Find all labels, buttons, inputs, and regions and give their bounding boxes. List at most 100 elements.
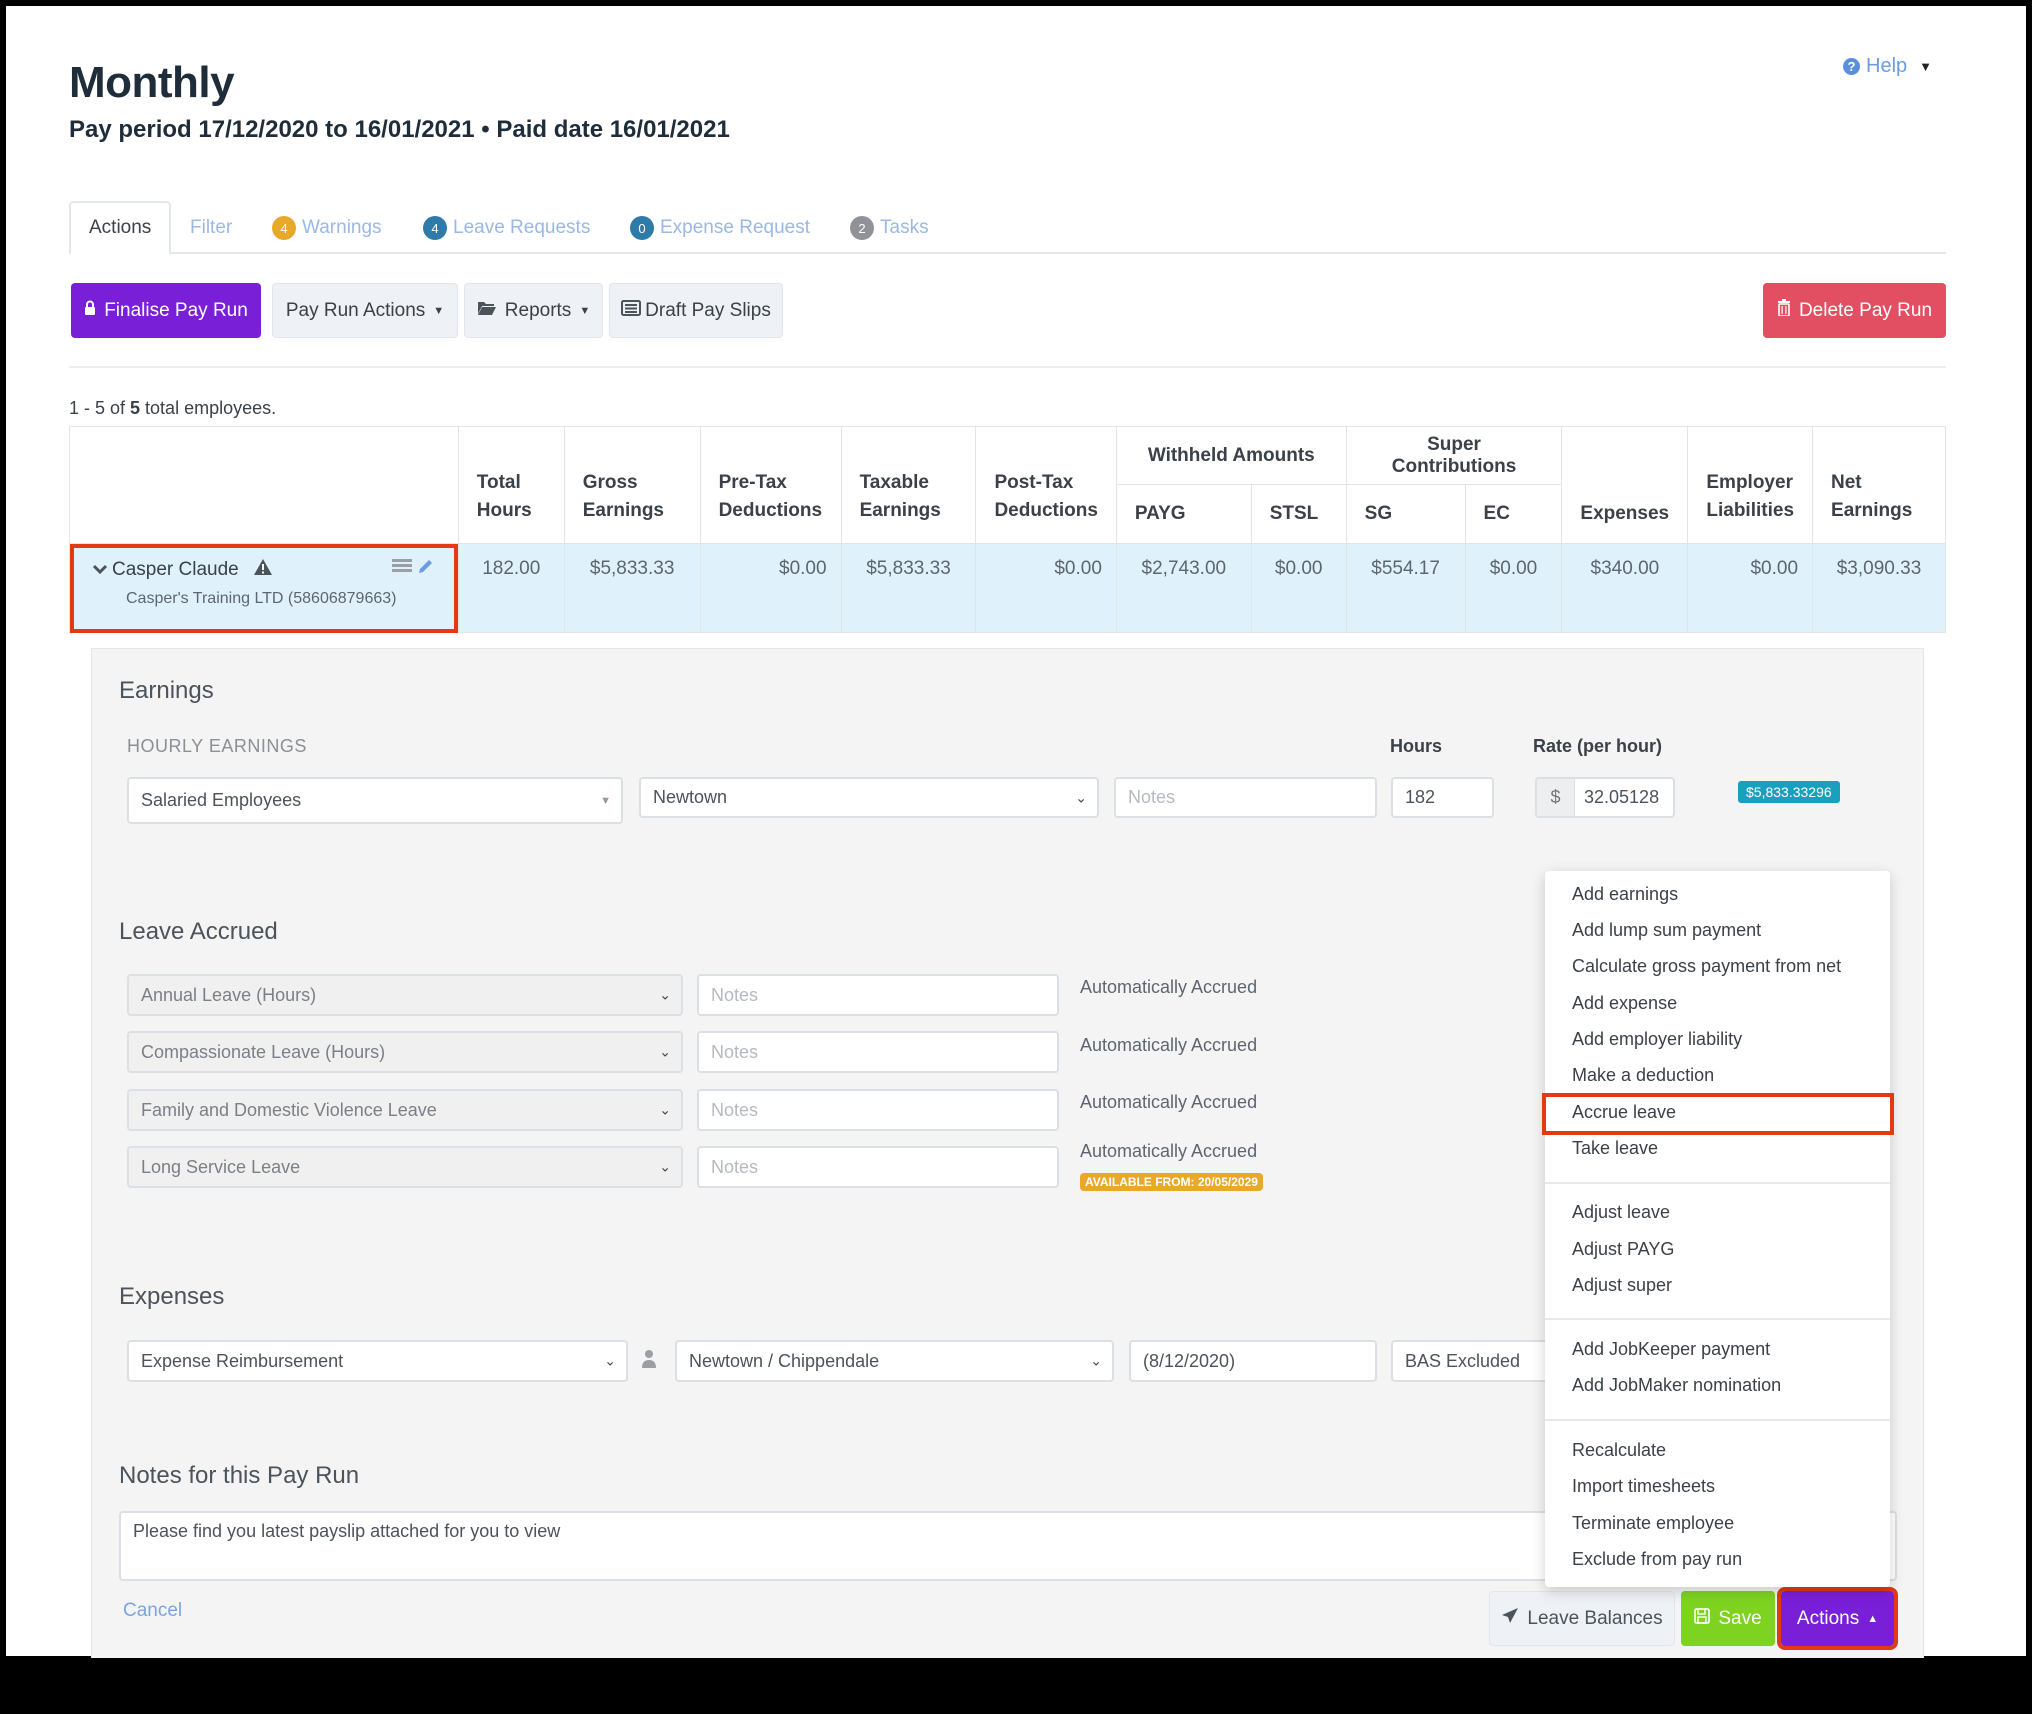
menu-item-exclude-from-pay-run[interactable]: Exclude from pay run <box>1572 1549 1742 1570</box>
reports-button[interactable]: Reports ▼ <box>464 283 603 338</box>
notes-placeholder: Notes <box>711 1099 759 1120</box>
tab-tasks[interactable]: 2 Tasks <box>850 201 929 255</box>
hours-input[interactable]: 182 <box>1391 777 1494 818</box>
chevron-down-icon: ⌄ <box>659 1158 671 1175</box>
menu-item-import-timesheets[interactable]: Import timesheets <box>1572 1476 1715 1497</box>
leave-status: Automatically Accrued <box>1080 1141 1258 1161</box>
leave-notes-input[interactable]: Notes <box>697 1146 1059 1188</box>
notes-placeholder: Notes <box>711 1041 759 1062</box>
leave-notes-input[interactable]: Notes <box>697 974 1059 1016</box>
menu-item-make-a-deduction[interactable]: Make a deduction <box>1572 1065 1714 1086</box>
finalise-pay-run-button[interactable]: Finalise Pay Run <box>71 283 261 338</box>
delete-pay-run-button[interactable]: Delete Pay Run <box>1763 283 1946 338</box>
menu-item-take-leave[interactable]: Take leave <box>1572 1138 1658 1159</box>
expense-tax-code-value: BAS Excluded <box>1405 1350 1521 1371</box>
leave-type-select[interactable]: Annual Leave (Hours) ⌄ <box>127 974 683 1016</box>
expense-type-select[interactable]: Expense Reimbursement ⌄ <box>127 1340 628 1382</box>
menu-item-calculate-gross-from-net[interactable]: Calculate gross payment from net <box>1572 956 1841 977</box>
caret-down-icon: ▼ <box>433 304 445 317</box>
menu-item-add-lump-sum-payment[interactable]: Add lump sum payment <box>1572 920 1761 941</box>
hours-value: 182 <box>1405 787 1436 807</box>
earnings-notes-input[interactable]: Notes <box>1114 777 1377 818</box>
menu-item-terminate-employee[interactable]: Terminate employee <box>1572 1513 1734 1534</box>
expense-tax-code-select[interactable]: BAS Excluded <box>1391 1340 1561 1382</box>
expense-date-input[interactable]: (8/12/2020) <box>1129 1340 1377 1382</box>
warnings-count-badge: 4 <box>272 216 296 240</box>
leave-type-value: Annual Leave (Hours) <box>141 984 317 1005</box>
pay-period-subtitle: Pay period 17/12/2020 to 16/01/2021 • Pa… <box>69 116 730 143</box>
pay-slip-icon[interactable] <box>391 558 412 582</box>
menu-item-add-jobkeeper-payment[interactable]: Add JobKeeper payment <box>1572 1339 1770 1360</box>
leave-notes-input[interactable]: Notes <box>697 1031 1059 1073</box>
help-label: Help <box>1866 55 1908 77</box>
menu-item-add-expense[interactable]: Add expense <box>1572 993 1677 1014</box>
menu-item-recalculate[interactable]: Recalculate <box>1572 1440 1666 1461</box>
tab-warnings[interactable]: 4 Warnings <box>272 201 382 255</box>
table-row[interactable]: Casper Claude Casper's Training LTD (586… <box>69 543 1946 633</box>
pay-run-notes-value: Please find you latest payslip attached … <box>133 1521 561 1541</box>
list-alt-icon <box>621 299 642 322</box>
tab-expense-request[interactable]: 0 Expense Request <box>630 201 810 255</box>
chevron-down-icon: ⌄ <box>604 1352 616 1369</box>
menu-item-adjust-payg[interactable]: Adjust PAYG <box>1572 1239 1674 1260</box>
employee-cell[interactable]: Casper Claude Casper's Training LTD (586… <box>69 543 459 633</box>
cell-payg: $2,743.00 <box>1115 543 1252 633</box>
header-withheld-amounts: Withheld Amounts <box>1115 426 1347 485</box>
header-employer-liabilities: Employer Liabilities <box>1687 426 1814 544</box>
finalise-label: Finalise Pay Run <box>104 299 248 321</box>
leave-status: Automatically Accrued <box>1080 977 1258 997</box>
location-select[interactable]: Newtown ⌄ <box>639 777 1099 818</box>
draft-pay-slips-button[interactable]: Draft Pay Slips <box>609 283 783 338</box>
leave-type-select[interactable]: Long Service Leave ⌄ <box>127 1146 683 1188</box>
rate-value: 32.05128 <box>1584 787 1660 807</box>
expense-location-select[interactable]: Newtown / Chippendale ⌄ <box>675 1340 1114 1382</box>
cell-gross-earnings: $5,833.33 <box>563 543 701 633</box>
menu-divider <box>1545 1182 1890 1184</box>
expense-date-value: (8/12/2020) <box>1143 1350 1236 1371</box>
employee-header <box>69 426 459 544</box>
leave-type-select[interactable]: Compassionate Leave (Hours) ⌄ <box>127 1031 683 1073</box>
leave-type-value: Family and Domestic Violence Leave <box>141 1099 437 1120</box>
location-value: Newtown <box>653 787 728 807</box>
pencil-icon[interactable] <box>416 558 434 582</box>
leave-type-select[interactable]: Family and Domestic Violence Leave ⌄ <box>127 1089 683 1131</box>
tab-label: Expense Request <box>660 217 810 238</box>
hourly-earnings-label: HOURLY EARNINGS <box>127 736 307 756</box>
leave-notes-input[interactable]: Notes <box>697 1089 1059 1131</box>
page-title: Monthly <box>69 58 235 107</box>
earnings-category-select[interactable]: Salaried Employees ▼ <box>127 777 623 824</box>
menu-divider <box>1545 1318 1890 1320</box>
user-icon <box>641 1349 657 1374</box>
leave-accrued-heading: Leave Accrued <box>119 918 278 945</box>
chevron-down-icon[interactable] <box>92 559 108 581</box>
actions-button[interactable]: Actions ▲ <box>1777 1587 1898 1650</box>
help-menu[interactable]: ? Help ▼ <box>1843 55 1932 78</box>
save-button[interactable]: Save <box>1681 1591 1775 1646</box>
chevron-down-icon: ⌄ <box>1090 1352 1102 1369</box>
cell-ec: $0.00 <box>1464 543 1563 633</box>
menu-item-add-employer-liability[interactable]: Add employer liability <box>1572 1029 1742 1050</box>
leave-balances-button[interactable]: Leave Balances <box>1489 1591 1675 1646</box>
trash-icon <box>1777 299 1791 322</box>
employee-name[interactable]: Casper Claude <box>112 559 239 581</box>
menu-item-adjust-leave[interactable]: Adjust leave <box>1572 1202 1670 1223</box>
menu-item-add-earnings[interactable]: Add earnings <box>1572 884 1678 905</box>
cell-net-earnings: $3,090.33 <box>1812 543 1946 633</box>
cell-stsl: $0.00 <box>1250 543 1347 633</box>
accrue-leave-highlight <box>1542 1093 1894 1135</box>
tab-actions[interactable]: Actions <box>69 201 172 255</box>
pay-run-actions-button[interactable]: Pay Run Actions ▼ <box>272 283 458 338</box>
tab-leave-requests[interactable]: 4 Leave Requests <box>423 201 590 255</box>
delete-label: Delete Pay Run <box>1798 299 1933 321</box>
menu-item-adjust-super[interactable]: Adjust super <box>1572 1275 1672 1296</box>
header-payg: PAYG <box>1115 484 1252 544</box>
rate-input[interactable]: $ 32.05128 <box>1535 777 1675 818</box>
question-circle-icon: ? <box>1843 58 1860 75</box>
earnings-heading: Earnings <box>119 677 214 704</box>
tab-filter[interactable]: Filter <box>190 201 232 255</box>
tab-label: Leave Requests <box>453 217 591 238</box>
leave-balances-label: Leave Balances <box>1527 1607 1663 1629</box>
menu-item-add-jobmaker-nomination[interactable]: Add JobMaker nomination <box>1572 1375 1781 1396</box>
expenses-heading: Expenses <box>119 1283 225 1310</box>
cancel-link[interactable]: Cancel <box>123 1600 182 1622</box>
